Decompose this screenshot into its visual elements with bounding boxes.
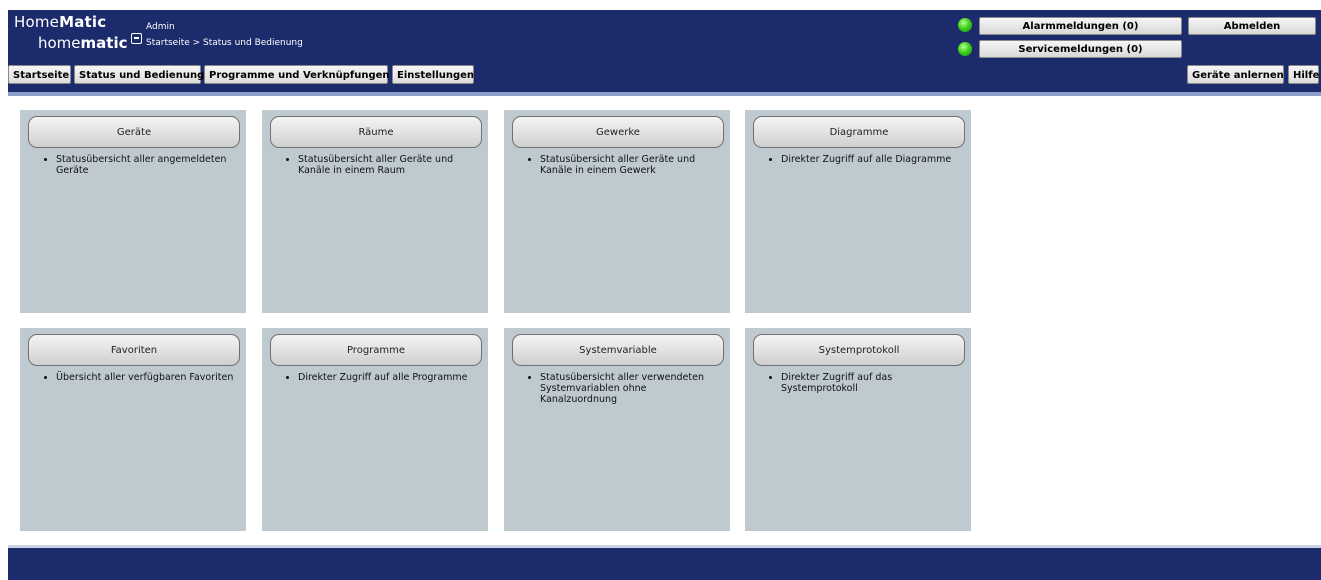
service-messages-button[interactable]: Servicemeldungen (0) [979, 40, 1182, 58]
sub-logo-text-bold: matic [80, 34, 128, 52]
tile-description-list: Statusübersicht aller Geräte und Kanäle … [504, 154, 730, 176]
tile-gewerke: Gewerke Statusübersicht aller Geräte und… [504, 110, 730, 313]
favoriten-button[interactable]: Favoriten [28, 334, 240, 366]
tile-programme: Programme Direkter Zugriff auf alle Prog… [262, 328, 488, 531]
tile-description: Übersicht aller verfügbaren Favoriten [56, 372, 233, 383]
tile-description-list: Statusübersicht aller Geräte und Kanäle … [262, 154, 488, 176]
tile-description: Direkter Zugriff auf das Systemprotokoll [781, 372, 963, 394]
nav-startseite-button[interactable]: Startseite [8, 65, 71, 84]
tile-description-list: Direkter Zugriff auf alle Programme [262, 372, 476, 383]
sub-logo-text-light: home [38, 34, 81, 52]
teach-devices-button[interactable]: Geräte anlernen [1187, 65, 1284, 84]
logo-text-bold: Matic [59, 13, 107, 31]
tile-description-list: Direkter Zugriff auf alle Diagramme [745, 154, 959, 165]
systemvariable-button[interactable]: Systemvariable [512, 334, 724, 366]
nav-settings-button[interactable]: Einstellungen [392, 65, 474, 84]
geraete-button[interactable]: Geräte [28, 116, 240, 148]
tile-description: Direkter Zugriff auf alle Diagramme [781, 154, 951, 165]
tile-raeume: Räume Statusübersicht aller Geräte und K… [262, 110, 488, 313]
user-name: Admin [146, 22, 175, 32]
tile-systemvariable: Systemvariable Statusübersicht aller ver… [504, 328, 730, 531]
tile-systemprotokoll: Systemprotokoll Direkter Zugriff auf das… [745, 328, 971, 531]
page-margin [0, 0, 8, 580]
header-separator [8, 92, 1321, 96]
breadcrumb: Startseite > Status und Bedienung [146, 38, 303, 48]
logo-text-light: Home [14, 13, 60, 31]
tile-diagramme: Diagramme Direkter Zugriff auf alle Diag… [745, 110, 971, 313]
footer-bar [8, 548, 1321, 580]
diagramme-button[interactable]: Diagramme [753, 116, 965, 148]
logout-button[interactable]: Abmelden [1188, 17, 1316, 35]
tile-description-list: Statusübersicht aller angemeldeten Gerät… [20, 154, 246, 176]
logo-mark-icon [130, 33, 142, 44]
nav-status-button[interactable]: Status und Bedienung [74, 65, 204, 84]
tile-description-list: Direkter Zugriff auf das Systemprotokoll [745, 372, 971, 394]
tile-geraete: Geräte Statusübersicht aller angemeldete… [20, 110, 246, 313]
tile-favoriten: Favoriten Übersicht aller verfügbaren Fa… [20, 328, 246, 531]
tile-description: Direkter Zugriff auf alle Programme [298, 372, 468, 383]
homematic-logo: HomeMatic [14, 13, 106, 31]
tile-description: Statusübersicht aller verwendeten System… [540, 372, 722, 405]
tile-description: Statusübersicht aller Geräte und Kanäle … [298, 154, 480, 176]
gewerke-button[interactable]: Gewerke [512, 116, 724, 148]
alarm-messages-button[interactable]: Alarmmeldungen (0) [979, 17, 1182, 35]
systemprotokoll-button[interactable]: Systemprotokoll [753, 334, 965, 366]
homematic-sub-logo: homematic [38, 33, 142, 52]
service-status-led-icon [958, 42, 972, 56]
header-bar: HomeMatic homematic Admin Startseite > S… [8, 10, 1321, 92]
raeume-button[interactable]: Räume [270, 116, 482, 148]
tile-description-list: Übersicht aller verfügbaren Favoriten [20, 372, 241, 383]
tile-description: Statusübersicht aller Geräte und Kanäle … [540, 154, 722, 176]
tile-description: Statusübersicht aller angemeldeten Gerät… [56, 154, 238, 176]
tile-description-list: Statusübersicht aller verwendeten System… [504, 372, 730, 405]
programme-button[interactable]: Programme [270, 334, 482, 366]
help-button[interactable]: Hilfe [1288, 65, 1319, 84]
nav-programs-button[interactable]: Programme und Verknüpfungen [204, 65, 390, 84]
alarm-status-led-icon [958, 18, 972, 32]
